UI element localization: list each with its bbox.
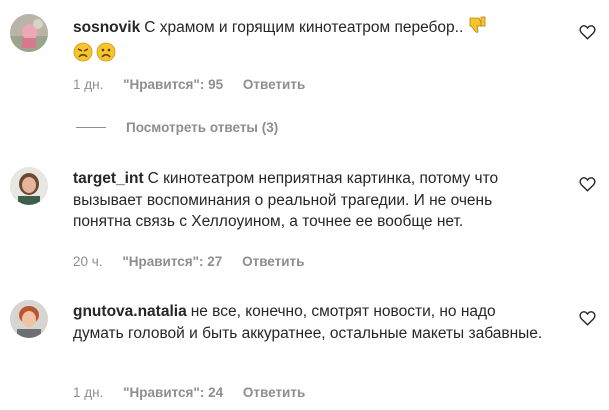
avatar-image bbox=[10, 14, 48, 52]
username[interactable]: target_int bbox=[73, 170, 144, 187]
divider bbox=[76, 127, 106, 128]
comment-body: gnutova.natalia не все, конечно, смотрят … bbox=[73, 301, 548, 344]
comment-text: С храмом и горящим кинотеатром перебор.. bbox=[144, 19, 464, 36]
frowning-face-icon bbox=[96, 42, 116, 69]
timestamp[interactable]: 1 дн. bbox=[73, 77, 103, 92]
avatar-image bbox=[10, 300, 48, 338]
timestamp[interactable]: 20 ч. bbox=[73, 254, 103, 269]
likes-count[interactable]: "Нравится": 27 bbox=[122, 254, 222, 269]
comment-body: sosnovik С храмом и горящим кинотеатром п… bbox=[73, 15, 548, 68]
timestamp[interactable]: 1 дн. bbox=[73, 385, 103, 400]
username[interactable]: sosnovik bbox=[73, 19, 140, 36]
avatar[interactable] bbox=[10, 14, 48, 52]
avatar-image bbox=[10, 167, 48, 205]
view-replies-button[interactable]: Посмотреть ответы (3) bbox=[76, 120, 278, 135]
reply-button[interactable]: Ответить bbox=[242, 254, 304, 269]
avatar[interactable] bbox=[10, 167, 48, 205]
comment-body: target_int С кинотеатром неприятная карти… bbox=[73, 168, 548, 233]
avatar[interactable] bbox=[10, 300, 48, 338]
username[interactable]: gnutova.natalia bbox=[73, 303, 187, 320]
reply-button[interactable]: Ответить bbox=[243, 77, 305, 92]
angry-face-icon bbox=[73, 42, 93, 69]
thumbs-down-icon bbox=[467, 15, 487, 42]
comment-meta: 1 дн. "Нравится": 24 Ответить bbox=[73, 385, 321, 400]
like-heart-icon[interactable] bbox=[579, 176, 596, 192]
like-heart-icon[interactable] bbox=[579, 24, 596, 40]
comment-meta: 1 дн. "Нравится": 95 Ответить bbox=[73, 77, 321, 92]
view-replies-label: Посмотреть ответы (3) bbox=[126, 120, 279, 135]
likes-count[interactable]: "Нравится": 24 bbox=[123, 385, 223, 400]
like-heart-icon[interactable] bbox=[579, 310, 596, 326]
comment-meta: 20 ч. "Нравится": 27 Ответить bbox=[73, 254, 320, 269]
reply-button[interactable]: Ответить bbox=[243, 385, 305, 400]
likes-count[interactable]: "Нравится": 95 bbox=[123, 77, 223, 92]
